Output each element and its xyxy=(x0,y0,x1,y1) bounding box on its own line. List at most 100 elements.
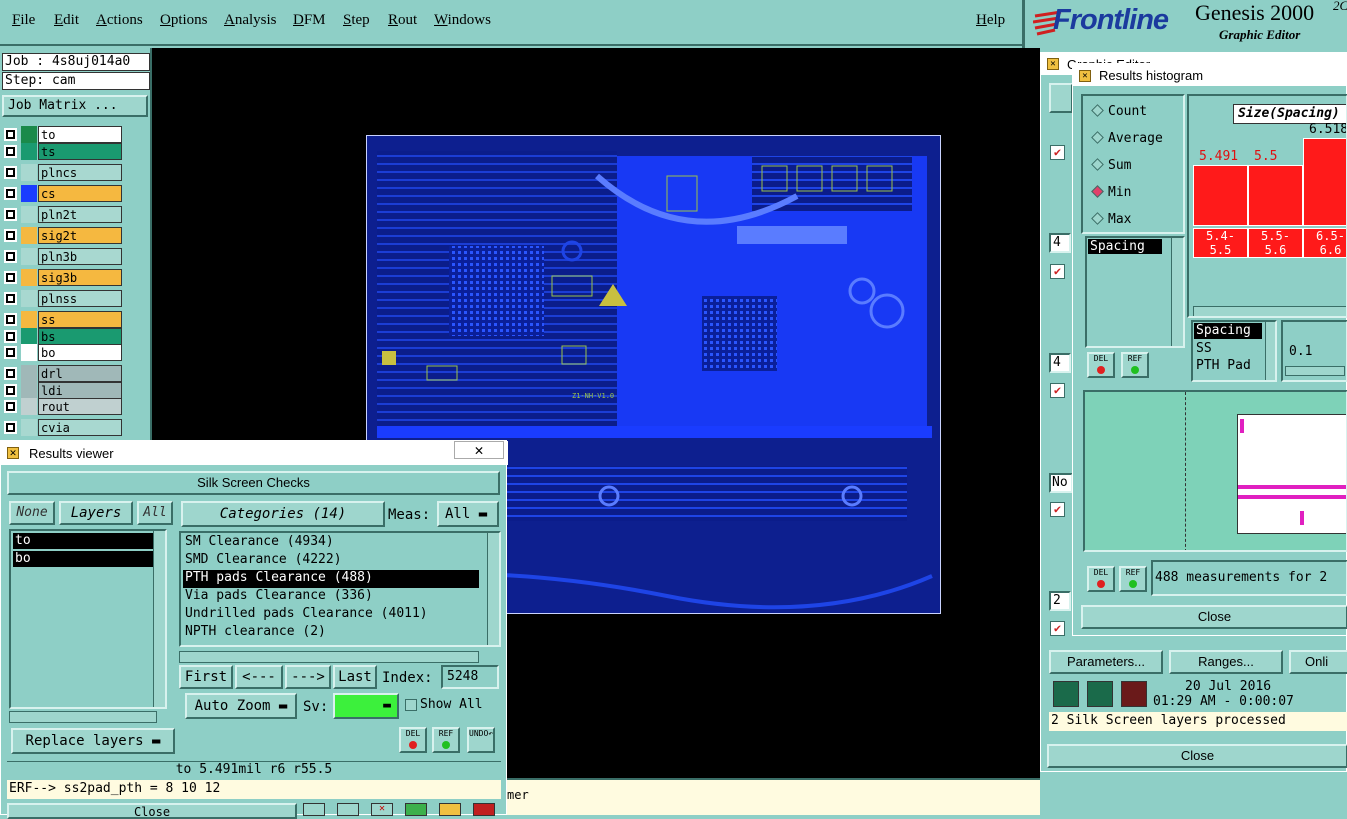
online-button[interactable]: Onli xyxy=(1289,650,1347,674)
replace-layers-dropdown[interactable]: Replace layers ▬ xyxy=(11,728,175,754)
layer-toggle-icon[interactable] xyxy=(4,330,17,343)
layer-toggle-icon[interactable] xyxy=(4,421,17,434)
histogram-close-button[interactable]: Close xyxy=(1081,605,1347,629)
check-toggle[interactable]: ✔ xyxy=(1050,621,1065,636)
mode-min-radio[interactable]: Min xyxy=(1091,185,1131,200)
menu-dfm[interactable]: DFM xyxy=(293,12,326,29)
layer-row-bs[interactable]: bs xyxy=(4,328,122,345)
menu-options[interactable]: Options xyxy=(160,12,208,29)
first-button[interactable]: First xyxy=(179,665,233,689)
menu-actions[interactable]: Actions xyxy=(96,12,143,29)
layer-toggle-icon[interactable] xyxy=(4,346,17,359)
layer-toggle-icon[interactable] xyxy=(4,292,17,305)
next-button[interactable]: ---> xyxy=(285,665,331,689)
layer-row-ss[interactable]: ss xyxy=(4,311,122,328)
layer-result-list[interactable]: to bo xyxy=(9,529,167,709)
tool-icon[interactable] xyxy=(303,803,325,816)
ref-button[interactable]: REF xyxy=(432,727,460,753)
layer-row-to[interactable]: to xyxy=(4,126,122,143)
parameters-button[interactable]: Parameters... xyxy=(1049,650,1163,674)
histogram-titlebar[interactable]: ✕ Results histogram xyxy=(1073,64,1347,86)
layer-toggle-icon[interactable] xyxy=(4,271,17,284)
layer-toggle-icon[interactable] xyxy=(4,145,17,158)
mode-count-radio[interactable]: Count xyxy=(1091,104,1147,119)
tool-icon[interactable] xyxy=(439,803,461,816)
histogram-del-button-2[interactable]: DEL xyxy=(1087,566,1115,592)
cross-tool-icon[interactable]: ✕ xyxy=(371,803,393,816)
category-item[interactable]: Undrilled pads Clearance (4011) xyxy=(183,606,479,624)
layer-row-rout[interactable]: rout xyxy=(4,398,122,415)
histogram-hscrollbar[interactable] xyxy=(1193,306,1346,316)
layer-list-scrollbar[interactable] xyxy=(153,531,165,707)
mode-average-radio[interactable]: Average xyxy=(1091,131,1163,146)
menu-analysis[interactable]: Analysis xyxy=(224,12,277,29)
histogram-bar[interactable] xyxy=(1303,138,1346,226)
layer-row-cvia[interactable]: cvia xyxy=(4,419,122,436)
run-all-icon[interactable] xyxy=(1087,681,1113,707)
layer-toggle-icon[interactable] xyxy=(4,384,17,397)
check-toggle[interactable]: ✔ xyxy=(1050,264,1065,279)
layer-row-drl[interactable]: drl xyxy=(4,365,122,382)
results-viewer-titlebar[interactable]: ✕ Results viewer xyxy=(1,441,508,465)
meas-dropdown[interactable]: All ▬ xyxy=(437,501,499,527)
last-button[interactable]: Last xyxy=(333,665,377,689)
param-value-field[interactable]: 2 xyxy=(1049,591,1071,611)
window-menu-icon[interactable]: ✕ xyxy=(1047,58,1059,70)
layers-button[interactable]: Layers xyxy=(59,501,133,525)
layer-row-ldi[interactable]: ldi xyxy=(4,382,122,399)
layer-toggle-icon[interactable] xyxy=(4,313,17,326)
histogram-ref-button-2[interactable]: REF xyxy=(1119,566,1147,592)
category-item[interactable]: PTH pads Clearance (488) xyxy=(183,570,479,588)
layer-toggle-icon[interactable] xyxy=(4,367,17,380)
category-item[interactable]: SMD Clearance (4222) xyxy=(183,552,479,570)
prev-button[interactable]: <--- xyxy=(235,665,283,689)
del-button[interactable]: DEL xyxy=(399,727,427,753)
stop-icon[interactable] xyxy=(1121,681,1147,707)
param-value-field[interactable]: 4 xyxy=(1049,233,1071,253)
layers-none-button[interactable]: None xyxy=(9,501,55,525)
layer-toggle-icon[interactable] xyxy=(4,250,17,263)
window-menu-icon[interactable]: ✕ xyxy=(1079,70,1091,82)
show-all-checkbox[interactable] xyxy=(405,699,417,711)
param-no-field[interactable]: No xyxy=(1049,473,1073,493)
mode-max-radio[interactable]: Max xyxy=(1091,212,1131,227)
layer-toggle-icon[interactable] xyxy=(4,166,17,179)
param-value-field[interactable]: 4 xyxy=(1049,353,1071,373)
layer-row-plncs[interactable]: plncs xyxy=(4,164,122,181)
menu-file[interactable]: File xyxy=(12,12,35,29)
layer-row-pln3b[interactable]: pln3b xyxy=(4,248,122,265)
tool-icon[interactable] xyxy=(337,803,359,816)
layer-result-item[interactable]: to xyxy=(13,533,155,549)
layer-toggle-icon[interactable] xyxy=(4,208,17,221)
layer-row-plnss[interactable]: plnss xyxy=(4,290,122,307)
category-list-hscrollbar[interactable] xyxy=(179,651,479,663)
window-menu-icon[interactable]: ✕ xyxy=(7,447,19,459)
measure-list-item[interactable]: Spacing xyxy=(1088,239,1162,254)
category-item[interactable]: NPTH clearance (2) xyxy=(183,624,479,642)
results-viewer-close-button[interactable]: Close xyxy=(7,803,297,819)
layer-row-pln2t[interactable]: pln2t xyxy=(4,206,122,223)
layer-row-sig2t[interactable]: sig2t xyxy=(4,227,122,244)
layer-toggle-icon[interactable] xyxy=(4,187,17,200)
layer-toggle-icon[interactable] xyxy=(4,128,17,141)
category-item[interactable]: SM Clearance (4934) xyxy=(183,534,479,552)
category-list[interactable]: SM Clearance (4934) SMD Clearance (4222) P… xyxy=(179,531,501,647)
menu-help[interactable]: Help xyxy=(976,12,1005,29)
undo-button[interactable]: UNDO↶ xyxy=(467,727,495,753)
category-list-scrollbar[interactable] xyxy=(487,533,499,645)
job-matrix-button[interactable]: Job Matrix ... xyxy=(2,95,148,117)
layer-result-item[interactable]: bo xyxy=(13,551,155,567)
layer-row-sig3b[interactable]: sig3b xyxy=(4,269,122,286)
menu-step[interactable]: Step xyxy=(343,12,370,29)
run-icon[interactable] xyxy=(1053,681,1079,707)
sv-color-dropdown[interactable]: ▬ xyxy=(333,693,399,719)
layer-toggle-icon[interactable] xyxy=(4,400,17,413)
menu-edit[interactable]: Edit xyxy=(54,12,79,29)
ranges-button[interactable]: Ranges... xyxy=(1169,650,1283,674)
menu-rout[interactable]: Rout xyxy=(388,12,417,29)
layer-row-bo[interactable]: bo xyxy=(4,344,122,361)
check-toggle[interactable]: ✔ xyxy=(1050,145,1065,160)
mode-sum-radio[interactable]: Sum xyxy=(1091,158,1131,173)
categories-button[interactable]: Categories (14) xyxy=(181,501,385,527)
category-item[interactable]: Via pads Clearance (336) xyxy=(183,588,479,606)
